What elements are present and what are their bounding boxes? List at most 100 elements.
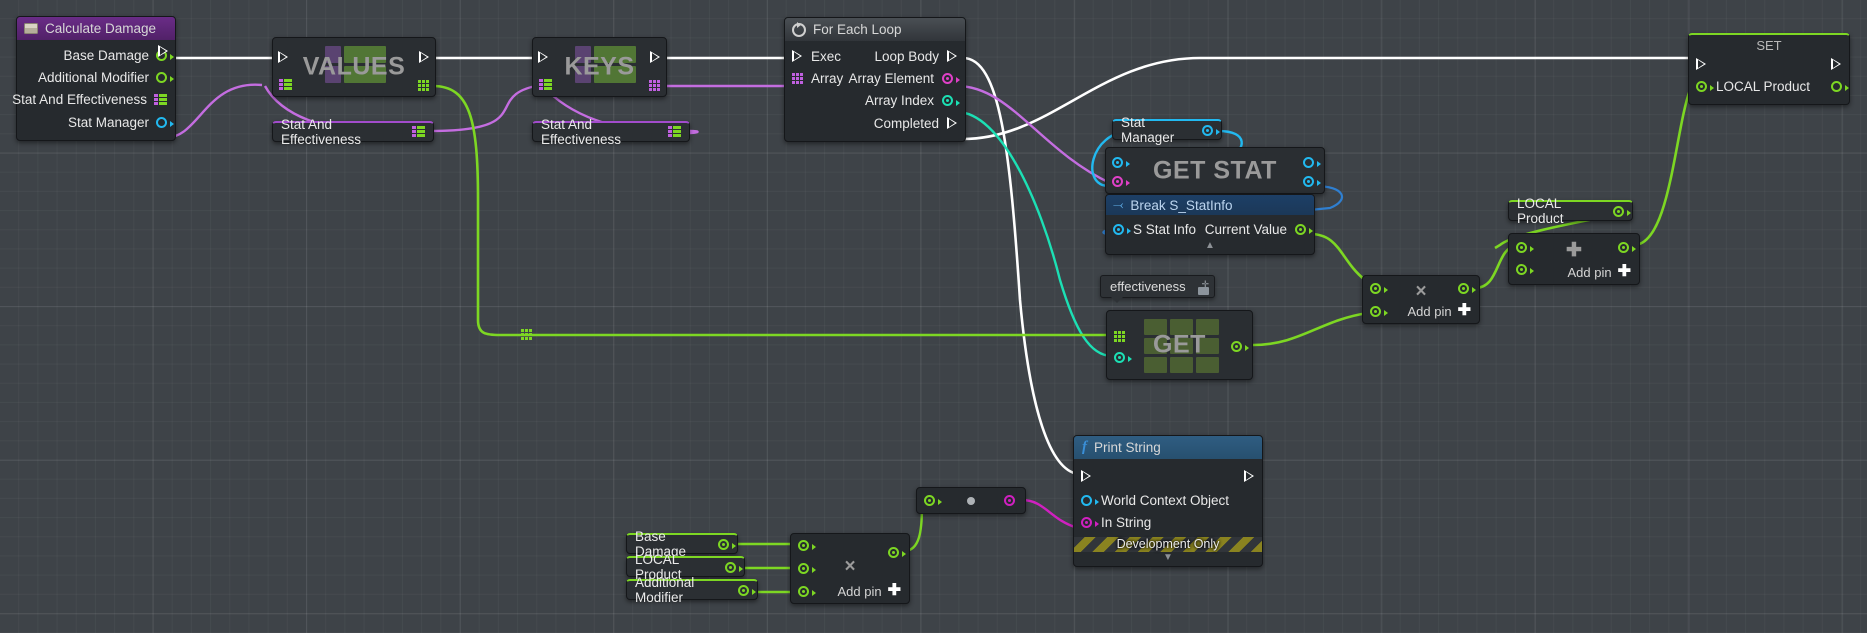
input-pin-string[interactable] (1081, 517, 1092, 528)
input-pin-local-product[interactable] (1696, 81, 1707, 92)
node-break-s-statinfo[interactable]: ⤙ Break S_StatInfo S Stat Info Current V… (1105, 194, 1315, 255)
pin-row-set-exec[interactable] (1689, 54, 1849, 74)
collapse-toggle[interactable]: ▼ (1074, 552, 1262, 566)
var-additional-modifier[interactable]: Additional Modifier (626, 579, 758, 600)
input-pin-object[interactable] (1081, 495, 1092, 506)
exec-output-pin[interactable] (1831, 58, 1842, 71)
output-pin-result[interactable] (1458, 283, 1469, 294)
pin-row-in-string[interactable]: In String (1074, 511, 1262, 533)
input-pin-a[interactable] (1370, 283, 1381, 294)
comment-bubble-effectiveness[interactable]: effectiveness ✛ (1100, 275, 1215, 298)
pin-row-array-index[interactable]: Array Index (785, 90, 965, 112)
node-map-values[interactable]: VALUES (272, 37, 436, 97)
pin-row-additional-modifier[interactable]: Additional Modifier (17, 66, 175, 88)
output-pin-float[interactable] (1613, 206, 1624, 217)
output-pin-result[interactable] (888, 547, 899, 558)
node-calculate-damage[interactable]: Calculate Damage Base Damage Additional … (16, 16, 176, 141)
node-get-stat[interactable]: GET STAT (1105, 147, 1325, 194)
var-local-product-right[interactable]: LOCAL Product (1508, 200, 1633, 221)
node-map-get[interactable]: GET (1106, 310, 1253, 380)
output-pin-array-element[interactable] (942, 73, 953, 84)
pin-row-exec[interactable]: Exec Loop Body (785, 45, 965, 67)
node-map-keys[interactable]: KEYS (532, 37, 667, 97)
output-pin-map[interactable] (412, 126, 425, 138)
output-pin-array-index[interactable] (942, 95, 953, 106)
collapse-toggle[interactable]: ▲ (1106, 240, 1314, 254)
exec-input-pin[interactable] (1696, 58, 1707, 71)
blueprint-graph-canvas[interactable]: Calculate Damage Base Damage Additional … (0, 0, 1867, 633)
plus-icon[interactable]: ✚ (1618, 264, 1631, 280)
input-pin-object[interactable] (1112, 157, 1123, 168)
node-multiply-mid[interactable]: × Add pin ✚ (1362, 275, 1480, 324)
exec-output-pin[interactable] (158, 45, 169, 58)
plus-icon[interactable]: ✚ (1458, 303, 1471, 319)
node-title: Break S_StatInfo (1130, 198, 1232, 213)
output-pin-current-value[interactable] (1295, 224, 1306, 235)
exec-output-pin-completed[interactable] (947, 117, 958, 130)
output-pin-float[interactable] (718, 539, 729, 550)
output-pin-local-product[interactable] (1831, 81, 1842, 92)
exec-input-pin[interactable] (278, 51, 289, 64)
input-pin-a[interactable] (798, 540, 809, 551)
reroute-node-array[interactable] (521, 329, 532, 340)
node-to-string-conversion[interactable] (916, 487, 1026, 514)
output-pin-result[interactable] (1618, 242, 1629, 253)
node-multiply-bottom[interactable]: × Add pin ✚ (790, 533, 910, 604)
output-pin-map[interactable] (668, 126, 681, 138)
var-base-damage[interactable]: Base Damage (626, 533, 738, 554)
exec-input-pin[interactable] (1081, 470, 1092, 483)
pin-row-stat-and-effectiveness[interactable]: Stat And Effectiveness (17, 89, 175, 111)
var-stat-and-effectiveness-values[interactable]: Stat And Effectiveness (272, 121, 434, 142)
output-pin-object[interactable] (1303, 157, 1314, 168)
add-pin-button[interactable]: Add pin ✚ (1568, 264, 1632, 280)
pin-row-print-exec[interactable] (1074, 463, 1262, 489)
output-pin-float[interactable] (156, 72, 167, 83)
node-for-each-loop[interactable]: For Each Loop Exec Loop Body Array Array… (784, 17, 966, 142)
input-pin-array[interactable] (1114, 331, 1125, 342)
output-pin-array[interactable] (649, 80, 660, 91)
exec-input-pin[interactable] (538, 51, 549, 64)
output-pin-float[interactable] (725, 562, 736, 573)
pin-row-base-damage[interactable]: Base Damage (17, 44, 175, 66)
pin-row-array[interactable]: Array Array Element (785, 67, 965, 89)
output-pin-float[interactable] (738, 585, 749, 596)
output-pin-value[interactable] (1231, 341, 1242, 352)
var-local-product-bottom[interactable]: LOCAL Product (626, 556, 745, 577)
output-pin-object[interactable] (1202, 125, 1213, 136)
input-pin-b[interactable] (1516, 264, 1527, 275)
input-pin-b[interactable] (798, 563, 809, 574)
node-add-right[interactable]: ✚ Add pin ✚ (1508, 233, 1640, 285)
pin-row-completed[interactable]: Completed (785, 112, 965, 134)
output-pin-object[interactable] (156, 117, 167, 128)
exec-output-pin[interactable] (419, 51, 430, 64)
plus-icon[interactable]: ✚ (888, 583, 901, 599)
output-pin-struct[interactable] (1303, 176, 1314, 187)
output-pin-map[interactable] (154, 94, 167, 106)
pin-row-stat-manager[interactable]: Stat Manager (17, 111, 175, 133)
input-pin-c[interactable] (798, 586, 809, 597)
add-pin-button[interactable]: Add pin ✚ (1408, 303, 1472, 319)
input-pin-b[interactable] (1370, 306, 1381, 317)
exec-output-pin[interactable] (1244, 470, 1255, 483)
node-set-local-product[interactable]: SET LOCAL Product (1688, 33, 1850, 105)
input-pin-a[interactable] (1516, 242, 1527, 253)
add-pin-button[interactable]: Add pin ✚ (838, 583, 902, 599)
output-pin-string[interactable] (1004, 495, 1015, 506)
pin-row-world-context-object[interactable]: World Context Object (1074, 489, 1262, 511)
pin-row-set-variable[interactable]: LOCAL Product (1689, 74, 1849, 104)
input-pin-struct[interactable] (1112, 176, 1123, 187)
exec-input-pin[interactable] (792, 50, 803, 63)
input-pin-index[interactable] (1114, 352, 1125, 363)
input-pin-array[interactable] (792, 73, 803, 84)
input-pin-map[interactable] (279, 79, 292, 91)
node-print-string[interactable]: f Print String World Context Object In S… (1073, 435, 1263, 567)
exec-output-pin-loop-body[interactable] (947, 50, 958, 63)
var-stat-and-effectiveness-keys[interactable]: Stat And Effectiveness (532, 121, 690, 142)
input-pin-float[interactable] (924, 495, 935, 506)
input-pin-map[interactable] (539, 79, 552, 91)
exec-output-pin[interactable] (650, 51, 661, 64)
var-stat-manager[interactable]: Stat Manager (1112, 119, 1222, 140)
pin-row-s-stat-info[interactable]: S Stat Info Current Value (1106, 218, 1314, 240)
input-pin-struct[interactable] (1113, 224, 1124, 235)
output-pin-array[interactable] (418, 80, 429, 91)
